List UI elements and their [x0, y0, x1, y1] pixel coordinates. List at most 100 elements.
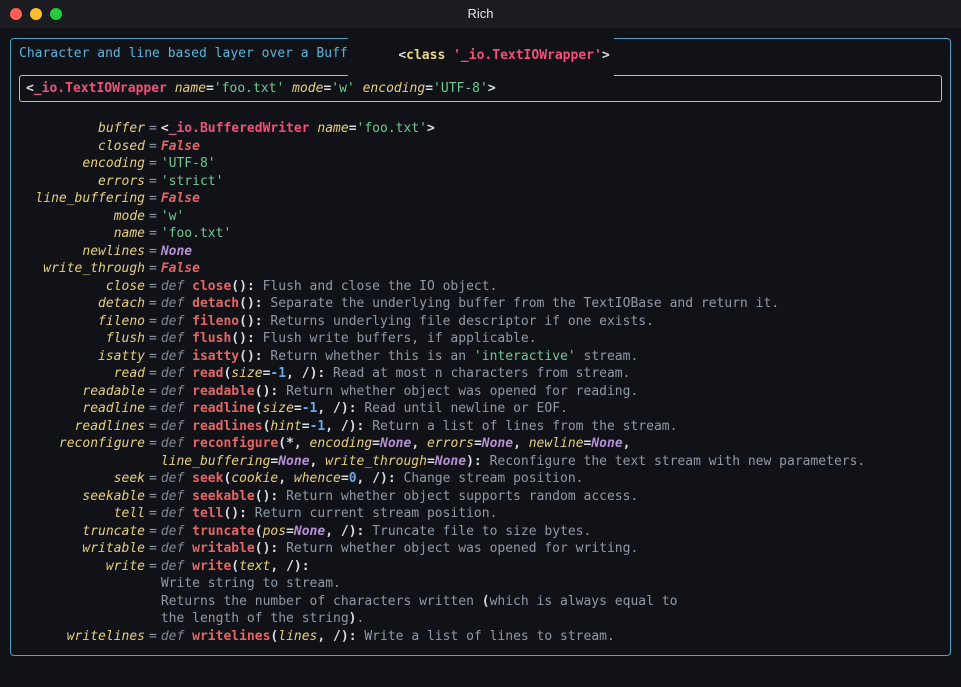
attr-row-newlines: newlines=None — [19, 243, 942, 261]
method-value: def seekable(): Return whether object su… — [161, 488, 942, 506]
method-doc-line: the length of the string). — [19, 610, 942, 628]
angle-open: < — [398, 48, 406, 63]
equals: = — [145, 313, 161, 331]
attributes-and-methods: buffer=<_io.BufferedWriter name='foo.txt… — [19, 120, 942, 645]
method-name: seekable — [192, 489, 255, 504]
attr-key: write_through — [19, 260, 145, 278]
equals: = — [145, 558, 161, 576]
angle-close: > — [602, 48, 610, 63]
method-key: readable — [19, 383, 145, 401]
method-key: readlines — [19, 418, 145, 436]
method-row-readline: readline=def readline(size=-1, /): Read … — [19, 400, 942, 418]
method-row-close: close=def close(): Flush and close the I… — [19, 278, 942, 296]
panel-title: <class '_io.TextIOWrapper'> — [347, 29, 613, 82]
method-key: reconfigure — [19, 435, 145, 453]
equals: = — [145, 628, 161, 646]
method-name: reconfigure — [192, 436, 278, 451]
method-value: def write(text, /): — [161, 558, 942, 576]
attr-value: False — [161, 190, 942, 208]
method-name: readable — [192, 384, 255, 399]
attr-value: 'w' — [161, 208, 942, 226]
titlebar: Rich — [0, 0, 961, 28]
equals: = — [145, 243, 161, 261]
class-name: '_io.TextIOWrapper' — [453, 48, 602, 63]
method-key: tell — [19, 505, 145, 523]
zoom-window-button[interactable] — [50, 8, 62, 20]
method-row-write: write=def write(text, /): — [19, 558, 942, 576]
method-value: def isatty(): Return whether this is an … — [161, 348, 942, 366]
minimize-window-button[interactable] — [30, 8, 42, 20]
method-row-seek: seek=def seek(cookie, whence=0, /): Chan… — [19, 470, 942, 488]
attr-key: errors — [19, 173, 145, 191]
method-key: close — [19, 278, 145, 296]
equals: = — [145, 488, 161, 506]
method-key: detach — [19, 295, 145, 313]
method-row-seekable: seekable =def seekable(): Return whether … — [19, 488, 942, 506]
method-name: readlines — [192, 419, 262, 434]
method-key: writelines — [19, 628, 145, 646]
method-row-readable: readable=def readable(): Return whether … — [19, 383, 942, 401]
method-name: read — [192, 366, 223, 381]
method-doc-line: Write string to stream. — [19, 575, 942, 593]
method-name: flush — [192, 331, 231, 346]
method-row-reconfigure-cont: line_buffering=None, write_through=None)… — [19, 453, 942, 471]
method-value: def fileno(): Returns underlying file de… — [161, 313, 942, 331]
method-row-fileno: fileno=def fileno(): Returns underlying … — [19, 313, 942, 331]
method-name: tell — [192, 506, 223, 521]
method-value: def reconfigure(*, encoding=None, errors… — [161, 435, 942, 453]
method-name: writelines — [192, 629, 270, 644]
attr-row-mode: mode='w' — [19, 208, 942, 226]
equals: = — [145, 295, 161, 313]
method-name: writable — [192, 541, 255, 556]
method-name: truncate — [192, 524, 255, 539]
equals: = — [145, 418, 161, 436]
method-value: def readlines(hint=-1, /): Return a list… — [161, 418, 942, 436]
attr-value: 'foo.txt' — [161, 225, 942, 243]
equals: = — [145, 330, 161, 348]
attr-row-closed: closed=False — [19, 138, 942, 156]
attr-value: 'UTF-8' — [161, 155, 942, 173]
method-value: def read(size=-1, /): Read at most n cha… — [161, 365, 942, 383]
attr-key: newlines — [19, 243, 145, 261]
method-value: def detach(): Separate the underlying bu… — [161, 295, 942, 313]
method-row-flush: flush=def flush(): Flush write buffers, … — [19, 330, 942, 348]
attr-row-buffer: buffer=<_io.BufferedWriter name='foo.txt… — [19, 120, 942, 138]
attr-row-write_through: write_through=False — [19, 260, 942, 278]
close-window-button[interactable] — [10, 8, 22, 20]
method-value: def writable(): Return whether object wa… — [161, 540, 942, 558]
equals: = — [145, 120, 161, 138]
equals: = — [145, 383, 161, 401]
method-key: truncate — [19, 523, 145, 541]
attr-key: name — [19, 225, 145, 243]
repr-class: _io.TextIOWrapper — [34, 81, 167, 96]
equals: = — [145, 348, 161, 366]
equals: = — [145, 435, 161, 453]
method-value: def tell(): Return current stream positi… — [161, 505, 942, 523]
attr-value: <_io.BufferedWriter name='foo.txt'> — [161, 120, 942, 138]
method-value: def readline(size=-1, /): Read until new… — [161, 400, 942, 418]
method-key: seek — [19, 470, 145, 488]
equals: = — [145, 365, 161, 383]
method-name: write — [192, 559, 231, 574]
method-name: detach — [192, 296, 239, 311]
window-title: Rich — [0, 5, 961, 23]
method-row-writelines: writelines=def writelines(lines, /): Wri… — [19, 628, 942, 646]
method-row-isatty: isatty=def isatty(): Return whether this… — [19, 348, 942, 366]
method-row-read: read =def read(size=-1, /): Read at most … — [19, 365, 942, 383]
window-controls — [10, 8, 62, 20]
attr-value: False — [161, 260, 942, 278]
method-value: def readable(): Return whether object wa… — [161, 383, 942, 401]
method-key: write — [19, 558, 145, 576]
attr-key: encoding — [19, 155, 145, 173]
attr-key: line_buffering — [19, 190, 145, 208]
method-key: writable — [19, 540, 145, 558]
equals: = — [145, 260, 161, 278]
attr-row-encoding: encoding='UTF-8' — [19, 155, 942, 173]
equals: = — [145, 155, 161, 173]
method-row-tell: tell=def tell(): Return current stream p… — [19, 505, 942, 523]
method-value: def truncate(pos=None, /): Truncate file… — [161, 523, 942, 541]
method-key: flush — [19, 330, 145, 348]
method-key: fileno — [19, 313, 145, 331]
attr-key: mode — [19, 208, 145, 226]
method-name: seek — [192, 471, 223, 486]
